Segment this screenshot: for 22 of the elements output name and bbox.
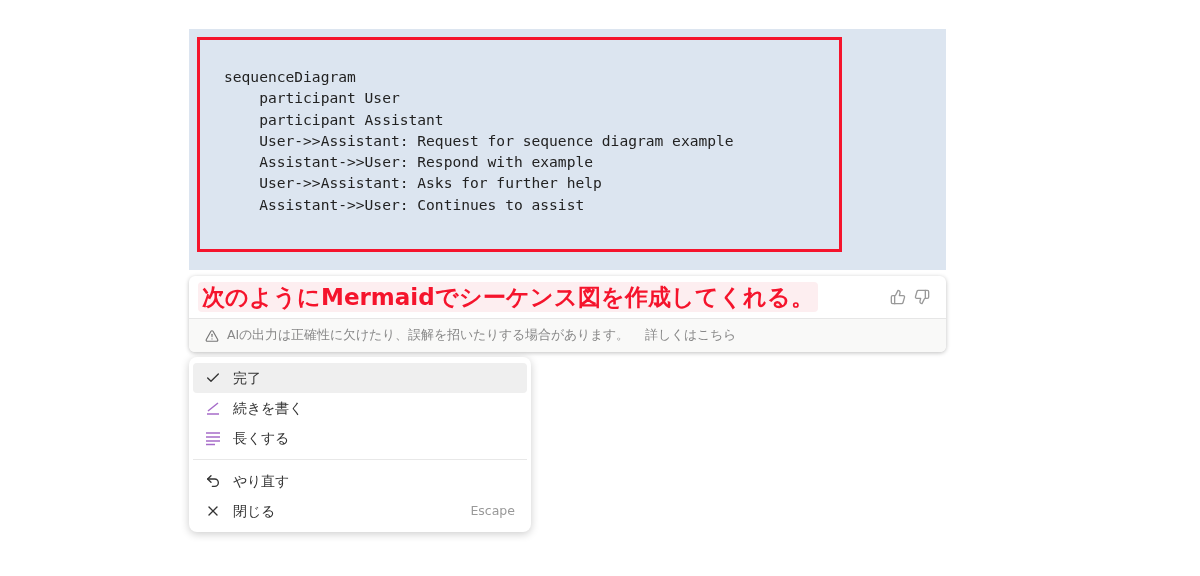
warning-icon xyxy=(205,328,219,343)
shortcut-hint: Escape xyxy=(470,501,515,520)
lines-icon xyxy=(205,430,221,446)
code-line: sequenceDiagram xyxy=(224,67,356,87)
menu-item[interactable]: 完了 xyxy=(193,363,527,393)
code-line: Assistant->>User: Continues to assist xyxy=(258,194,585,215)
menu-item[interactable]: 続きを書く xyxy=(193,393,527,423)
code-line: participant Assistant xyxy=(258,109,444,130)
menu-item[interactable]: やり直す xyxy=(193,466,527,496)
undo-icon xyxy=(205,473,221,489)
disclaimer-text: AIの出力は正確性に欠けたり、誤解を招いたりする場合があります。 xyxy=(227,326,630,345)
code-line: User->>Assistant: Request for sequence diagram example xyxy=(258,130,734,151)
code-line: participant User xyxy=(258,88,400,109)
learn-more-link[interactable]: 詳しくはこちら xyxy=(645,326,737,345)
pen-icon xyxy=(205,400,221,416)
code-line: User->>Assistant: Asks for further help xyxy=(258,173,602,194)
thumbs-up-icon[interactable] xyxy=(890,289,906,305)
menu-item[interactable]: 長くする xyxy=(193,423,527,453)
menu-item[interactable]: 閉じる Escape xyxy=(193,496,527,526)
code-line: Assistant->>User: Respond with example xyxy=(258,152,594,173)
response-text: 次のようにMermaidでシーケンス図を作成してくれる。 xyxy=(198,282,818,312)
thumbs-down-icon[interactable] xyxy=(914,289,930,305)
